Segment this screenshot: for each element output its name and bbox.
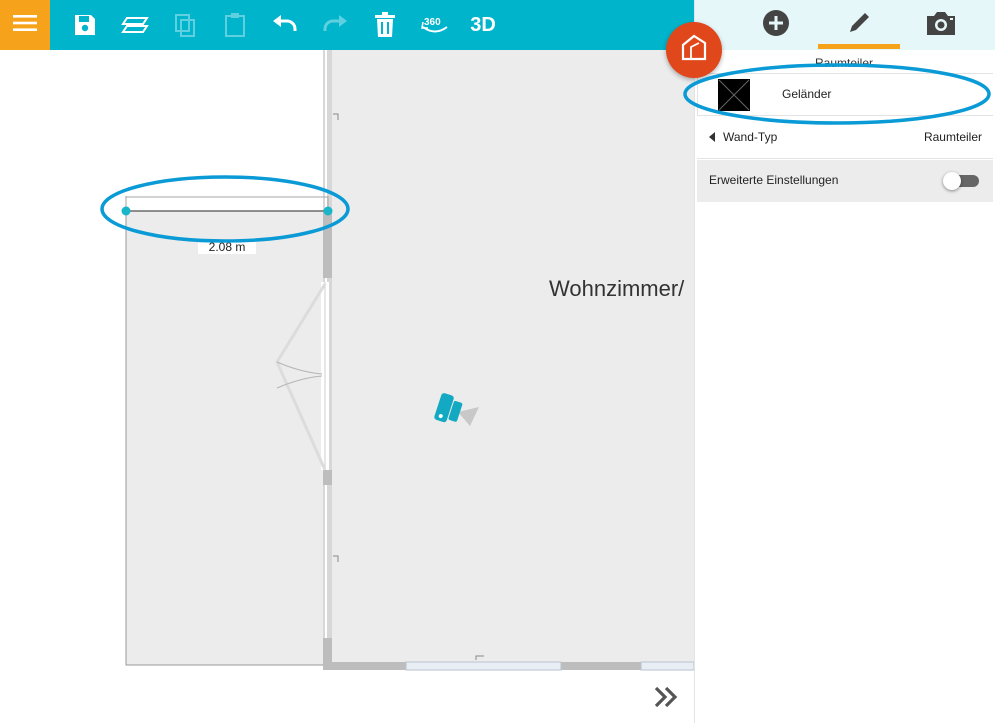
hamburger-menu-icon bbox=[13, 14, 37, 37]
wall-type-row[interactable]: Wand-Typ Raumteiler bbox=[697, 116, 993, 159]
paste-button[interactable] bbox=[218, 8, 252, 42]
properties-panel: Raumteiler Geländer Wand-Typ Raumteiler … bbox=[694, 0, 995, 723]
wall-type-label: Wand-Typ bbox=[723, 130, 778, 144]
expand-panel-button[interactable] bbox=[650, 686, 682, 712]
living-room-area[interactable] bbox=[332, 50, 694, 662]
wall-type-value: Raumteiler bbox=[923, 130, 982, 144]
advanced-settings-label: Erweiterte Einstellungen bbox=[709, 173, 839, 187]
type-preview-swatch bbox=[718, 79, 750, 111]
redo-icon bbox=[321, 15, 349, 35]
plus-circle-icon bbox=[761, 8, 791, 43]
wall-segment[interactable] bbox=[323, 210, 332, 278]
view-360-icon: 360 bbox=[420, 12, 450, 38]
layers-button[interactable] bbox=[118, 8, 152, 42]
wall-segment[interactable] bbox=[323, 470, 332, 485]
panel-tabs bbox=[695, 0, 995, 50]
redo-button[interactable] bbox=[318, 8, 352, 42]
trash-icon bbox=[374, 12, 396, 38]
floorplan-drawing bbox=[121, 50, 694, 671]
camera-icon bbox=[925, 9, 957, 42]
type-label: Geländer bbox=[782, 87, 832, 101]
save-icon bbox=[73, 13, 97, 37]
house-icon bbox=[679, 33, 709, 68]
window[interactable] bbox=[640, 661, 694, 671]
advanced-settings-toggle[interactable] bbox=[943, 172, 979, 190]
undo-icon bbox=[271, 15, 299, 35]
menu-button[interactable] bbox=[0, 0, 50, 50]
divider-handle-left[interactable] bbox=[121, 206, 131, 216]
delete-button[interactable] bbox=[368, 8, 402, 42]
panel-subtitle: Raumteiler bbox=[814, 56, 874, 70]
small-room[interactable] bbox=[125, 210, 325, 666]
copy-button[interactable] bbox=[168, 8, 202, 42]
divider-handle-right[interactable] bbox=[323, 206, 333, 216]
tab-snapshot[interactable] bbox=[900, 0, 982, 50]
copy-icon bbox=[173, 12, 197, 38]
pencil-icon bbox=[844, 8, 874, 43]
room-house-button[interactable] bbox=[666, 22, 722, 78]
save-button[interactable] bbox=[68, 8, 102, 42]
chevron-left-icon bbox=[709, 132, 715, 142]
tab-edit[interactable] bbox=[818, 0, 900, 50]
view-3d-button[interactable]: 3D bbox=[466, 8, 500, 42]
paste-icon bbox=[224, 12, 246, 38]
layers-icon bbox=[121, 13, 149, 37]
view-360-button[interactable]: 360 bbox=[418, 8, 452, 42]
view-360-label: 360 bbox=[424, 17, 441, 28]
window[interactable] bbox=[405, 661, 562, 671]
floorplan-app: 2.08 m Wohnzimmer/ 360 3D Raumteiler Gel… bbox=[0, 0, 995, 723]
double-chevron-right-icon bbox=[652, 685, 680, 714]
undo-button[interactable] bbox=[268, 8, 302, 42]
active-tab-indicator bbox=[818, 44, 900, 49]
tab-add[interactable] bbox=[735, 0, 817, 50]
dimension-label: 2.08 m bbox=[198, 240, 256, 254]
floorplan-canvas[interactable]: 2.08 m Wohnzimmer/ bbox=[0, 50, 694, 723]
advanced-settings-row[interactable]: Erweiterte Einstellungen bbox=[697, 160, 993, 202]
divider-type-selector[interactable]: Geländer bbox=[697, 73, 993, 116]
main-toolbar: 360 3D bbox=[0, 0, 694, 50]
view-3d-label: 3D bbox=[470, 13, 496, 36]
room-name-label[interactable]: Wohnzimmer/ bbox=[549, 276, 684, 302]
